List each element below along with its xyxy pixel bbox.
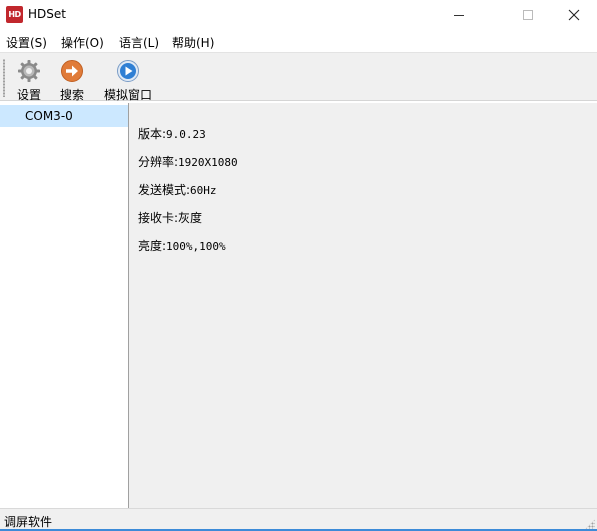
simulate-window-button[interactable]: 模拟窗口 xyxy=(100,55,156,103)
send-mode-value: 60Hz xyxy=(190,184,217,197)
simulate-window-label: 模拟窗口 xyxy=(103,88,152,102)
maximize-icon xyxy=(523,10,533,20)
menu-help[interactable]: 帮助(H) xyxy=(172,34,214,51)
brightness-label: 亮度: xyxy=(138,239,167,253)
settings-button[interactable]: 设置 xyxy=(13,55,45,103)
receiver-value: 灰度 xyxy=(178,211,203,225)
window-title: HDSet xyxy=(28,7,66,21)
device-info-panel: 版本:9.0.23 分辨率:1920X1080 发送模式:60Hz 接收卡:灰度… xyxy=(129,103,597,508)
gear-icon xyxy=(18,60,40,82)
tree-item-label: COM3-0 xyxy=(25,109,73,123)
toolbar-grip[interactable] xyxy=(3,59,5,97)
play-icon xyxy=(117,60,139,82)
menu-settings[interactable]: 设置(S) xyxy=(6,34,47,51)
version-value: 9.0.23 xyxy=(166,128,206,141)
title-bar: HD HDSet xyxy=(0,0,597,30)
menu-operation[interactable]: 操作(O) xyxy=(61,34,104,51)
status-bar: 调屏软件 xyxy=(0,508,597,531)
search-button[interactable]: 搜索 xyxy=(56,55,88,103)
maximize-button[interactable] xyxy=(505,0,551,30)
resolution-value: 1920X1080 xyxy=(178,156,238,169)
resolution-row: 分辨率:1920X1080 xyxy=(138,153,238,170)
version-label: 版本: xyxy=(138,127,167,141)
tree-item-com3-0[interactable]: COM3-0 xyxy=(0,105,128,127)
arrow-right-circle-icon xyxy=(61,60,83,82)
toolbar: 设置 搜索 模拟窗口 xyxy=(0,52,597,103)
search-label: 搜索 xyxy=(59,88,84,102)
resize-grip[interactable] xyxy=(585,519,595,529)
brightness-row: 亮度:100%,100% xyxy=(138,237,226,254)
send-mode-label: 发送模式: xyxy=(138,183,191,197)
resolution-label: 分辨率: xyxy=(138,155,179,169)
receiver-row: 接收卡:灰度 xyxy=(138,209,202,226)
send-mode-row: 发送模式:60Hz xyxy=(138,181,217,198)
close-icon xyxy=(568,9,580,21)
app-logo-icon: HD xyxy=(6,6,23,23)
settings-label: 设置 xyxy=(16,88,41,102)
minimize-button[interactable] xyxy=(436,0,482,30)
status-text: 调屏软件 xyxy=(4,515,53,529)
device-tree: COM3-0 xyxy=(0,103,129,508)
minimize-icon xyxy=(454,14,464,16)
menu-language[interactable]: 语言(L) xyxy=(119,34,159,51)
brightness-value: 100%,100% xyxy=(166,240,226,253)
version-row: 版本:9.0.23 xyxy=(138,125,206,142)
close-button[interactable] xyxy=(551,0,597,30)
menu-bar: 设置(S) 操作(O) 语言(L) 帮助(H) xyxy=(0,31,597,51)
receiver-label: 接收卡: xyxy=(138,211,179,225)
